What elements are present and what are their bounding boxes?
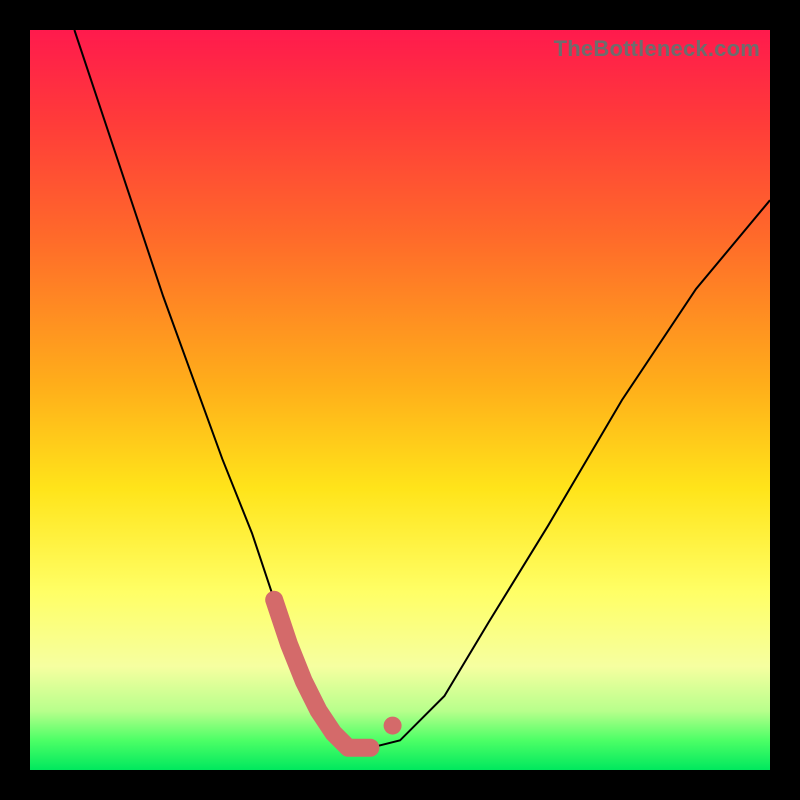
highlight-segment — [274, 600, 370, 748]
marker-dot — [384, 717, 402, 735]
chart-svg — [30, 30, 770, 770]
curve-line — [74, 30, 770, 748]
watermark-text: TheBottleneck.com — [554, 36, 760, 62]
chart-plot-area: TheBottleneck.com — [30, 30, 770, 770]
